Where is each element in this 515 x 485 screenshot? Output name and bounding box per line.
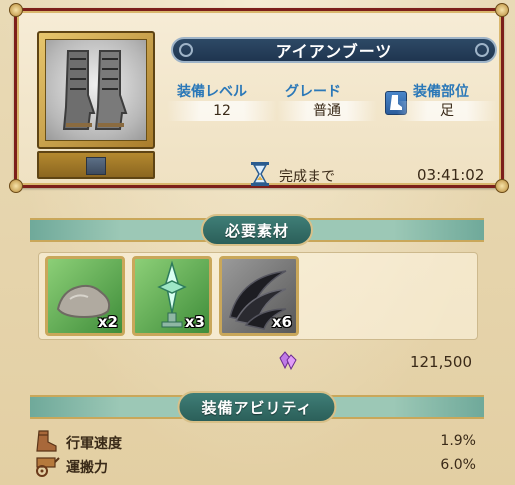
hourglass-icon <box>250 161 270 191</box>
materials-header: 必要素材 <box>30 214 484 246</box>
corner-ornament <box>9 179 23 193</box>
item-socket-bar <box>37 151 155 179</box>
item-name: アイアンブーツ <box>275 42 393 61</box>
material-slot-claw[interactable]: x6 <box>219 256 299 336</box>
slot-value: 足 <box>397 101 497 121</box>
timer-value: 03:41:02 <box>417 166 485 184</box>
abilities-header: 装備アビリティ <box>30 391 484 423</box>
ability-label: 行軍速度 <box>66 436 122 452</box>
iron-boots-icon <box>45 39 147 141</box>
material-qty: x3 <box>184 313 205 331</box>
material-qty: x2 <box>97 313 118 331</box>
corner-ornament <box>9 3 23 17</box>
timer-label: 完成まで <box>279 169 335 185</box>
item-thumbnail[interactable] <box>37 31 155 149</box>
ability-value: 6.0% <box>440 457 476 473</box>
ability-label: 運搬力 <box>66 460 108 476</box>
abilities-header-title: 装備アビリティ <box>177 391 337 423</box>
material-slot-stone[interactable]: x2 <box>45 256 125 336</box>
slot-label: 装備部位 <box>413 84 469 100</box>
materials-header-title: 必要素材 <box>200 214 314 246</box>
ability-row-carry-capacity: 運搬力 6.0% <box>34 454 482 477</box>
grade-label: グレード <box>285 84 341 100</box>
banner-ornament-icon <box>179 43 193 57</box>
corner-ornament <box>495 3 509 17</box>
material-slot-crystal[interactable]: x3 <box>132 256 212 336</box>
craft-cost-value: 121,500 <box>409 353 472 371</box>
level-value: 12 <box>167 101 277 121</box>
level-label: 装備レベル <box>177 84 247 100</box>
corner-ornament <box>495 179 509 193</box>
item-title-banner: アイアンブーツ <box>171 37 497 63</box>
material-qty: x6 <box>271 313 292 331</box>
item-info-card: アイアンブーツ 装備レベル 12 グレード 普通 装備部位 足 完成まで 03:… <box>9 3 509 193</box>
craft-cost-row: 121,500 <box>38 350 478 374</box>
ability-value: 1.9% <box>440 433 476 449</box>
socket-gem-icon <box>86 157 106 175</box>
ability-row-march-speed: 行軍速度 1.9% <box>34 430 482 452</box>
grade-value: 普通 <box>277 101 377 121</box>
cart-icon <box>34 454 60 482</box>
purple-gem-icon <box>276 350 298 376</box>
boot-icon <box>34 430 58 456</box>
banner-ornament-icon <box>475 43 489 57</box>
